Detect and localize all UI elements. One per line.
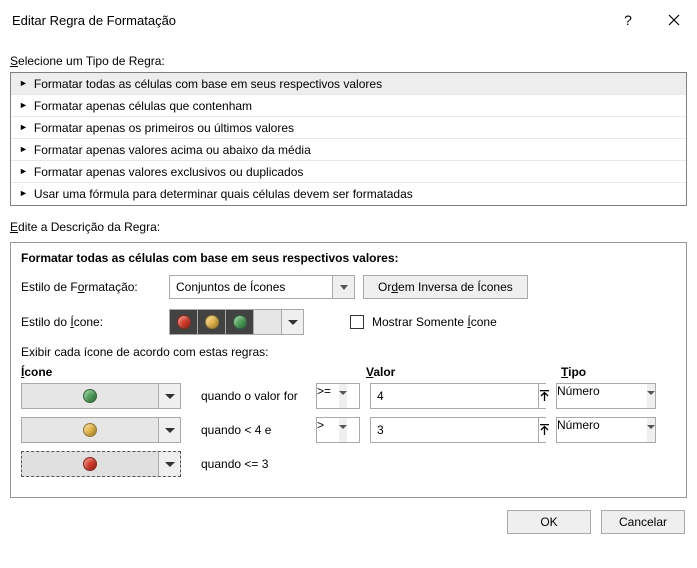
icon-rule-row: quando <= 3 xyxy=(21,451,676,477)
icon-select[interactable] xyxy=(21,417,181,443)
chevron-down-icon xyxy=(647,384,655,408)
rule-type-label: Usar uma fórmula para determinar quais c… xyxy=(34,187,413,201)
edit-heading: Formatar todas as células com base em se… xyxy=(21,251,676,265)
type-combo[interactable]: Número xyxy=(556,383,656,409)
value-input[interactable] xyxy=(371,384,538,408)
arrow-icon: ► xyxy=(19,100,28,110)
ok-button[interactable]: OK xyxy=(507,510,591,534)
range-picker-button[interactable] xyxy=(538,418,550,442)
chevron-down-icon xyxy=(332,276,354,298)
value-input[interactable] xyxy=(371,418,538,442)
type-combo[interactable]: Número xyxy=(556,417,656,443)
rule-type-label: Formatar apenas células que contenham xyxy=(34,99,252,113)
format-style-label: Estilo de Formatação: xyxy=(21,280,161,294)
format-style-value: Conjuntos de Ícones xyxy=(170,276,332,298)
chevron-down-icon xyxy=(281,310,303,334)
rule-type-item[interactable]: ► Usar uma fórmula para determinar quais… xyxy=(11,183,686,205)
titlebar: Editar Regra de Formatação ? xyxy=(0,0,697,40)
icon-style-combo[interactable] xyxy=(169,309,304,335)
chevron-down-icon xyxy=(158,384,180,408)
arrow-icon: ► xyxy=(19,166,28,176)
rule-type-label: Formatar apenas valores acima ou abaixo … xyxy=(34,143,311,157)
close-icon xyxy=(668,14,680,26)
arrow-icon: ► xyxy=(19,78,28,88)
icon-rule-row: quando o valor for >= Número xyxy=(21,383,676,409)
cancel-button[interactable]: Cancelar xyxy=(601,510,685,534)
traffic-yellow-icon xyxy=(22,418,158,442)
icon-rule-headers: Ícone Valor Tipo xyxy=(21,365,676,379)
chevron-down-icon xyxy=(158,452,180,476)
reverse-icon-order-button[interactable]: Ordem Inversa de Ícones xyxy=(363,275,528,299)
range-picker-button[interactable] xyxy=(538,384,550,408)
select-rule-type-label: Selecione um Tipo de Regra: xyxy=(0,40,697,72)
chevron-down-icon xyxy=(158,418,180,442)
icon-rule-row: quando < 4 e > Número xyxy=(21,417,676,443)
arrow-icon: ► xyxy=(19,144,28,154)
operator-combo[interactable]: > xyxy=(316,417,360,443)
dialog-footer: OK Cancelar xyxy=(0,498,697,534)
rule-type-label: Formatar apenas os primeiros ou últimos … xyxy=(34,121,294,135)
show-icon-only-checkbox[interactable] xyxy=(350,315,364,329)
chevron-down-icon xyxy=(647,418,655,442)
traffic-green-icon xyxy=(226,310,254,334)
help-button[interactable]: ? xyxy=(605,0,651,40)
rule-type-item[interactable]: ► Formatar apenas células que contenham xyxy=(11,95,686,117)
rule-type-label: Formatar apenas valores exclusivos ou du… xyxy=(34,165,303,179)
traffic-red-icon xyxy=(170,310,198,334)
format-style-combo[interactable]: Conjuntos de Ícones xyxy=(169,275,355,299)
type-value: Número xyxy=(557,418,647,442)
close-button[interactable] xyxy=(651,0,697,40)
value-input-wrap xyxy=(370,383,546,409)
operator-value: >= xyxy=(317,384,339,408)
operator-value: > xyxy=(317,418,339,442)
condition-label: quando < 4 e xyxy=(181,417,316,443)
traffic-red-icon xyxy=(22,452,158,476)
condition-label: quando o valor for xyxy=(181,383,316,409)
rule-type-item[interactable]: ► Formatar apenas valores acima ou abaix… xyxy=(11,139,686,161)
chevron-down-icon xyxy=(339,418,347,442)
show-icon-only-label: Mostrar Somente Ícone xyxy=(372,315,497,329)
condition-label: quando <= 3 xyxy=(181,451,316,477)
rule-type-list[interactable]: ► Formatar todas as células com base em … xyxy=(10,72,687,206)
range-picker-icon xyxy=(539,390,550,402)
edit-description-panel: Formatar todas as células com base em se… xyxy=(10,242,687,498)
icon-select[interactable] xyxy=(21,383,181,409)
rules-intro-label: Exibir cada ícone de acordo com estas re… xyxy=(21,345,676,359)
dialog-title: Editar Regra de Formatação xyxy=(12,13,605,28)
chevron-down-icon xyxy=(339,384,347,408)
range-picker-icon xyxy=(539,424,550,436)
arrow-icon: ► xyxy=(19,122,28,132)
type-value: Número xyxy=(557,384,647,408)
icon-style-label: Estilo do Ícone: xyxy=(21,315,161,329)
rule-type-item[interactable]: ► Formatar apenas os primeiros ou último… xyxy=(11,117,686,139)
traffic-green-icon xyxy=(22,384,158,408)
icon-select[interactable] xyxy=(21,451,181,477)
edit-description-label: Edite a Descrição da Regra: xyxy=(0,206,697,238)
traffic-yellow-icon xyxy=(198,310,226,334)
value-input-wrap xyxy=(370,417,546,443)
rule-type-label: Formatar todas as células com base em se… xyxy=(34,77,382,91)
operator-combo[interactable]: >= xyxy=(316,383,360,409)
rule-type-item[interactable]: ► Formatar todas as células com base em … xyxy=(11,73,686,95)
rule-type-item[interactable]: ► Formatar apenas valores exclusivos ou … xyxy=(11,161,686,183)
arrow-icon: ► xyxy=(19,188,28,198)
